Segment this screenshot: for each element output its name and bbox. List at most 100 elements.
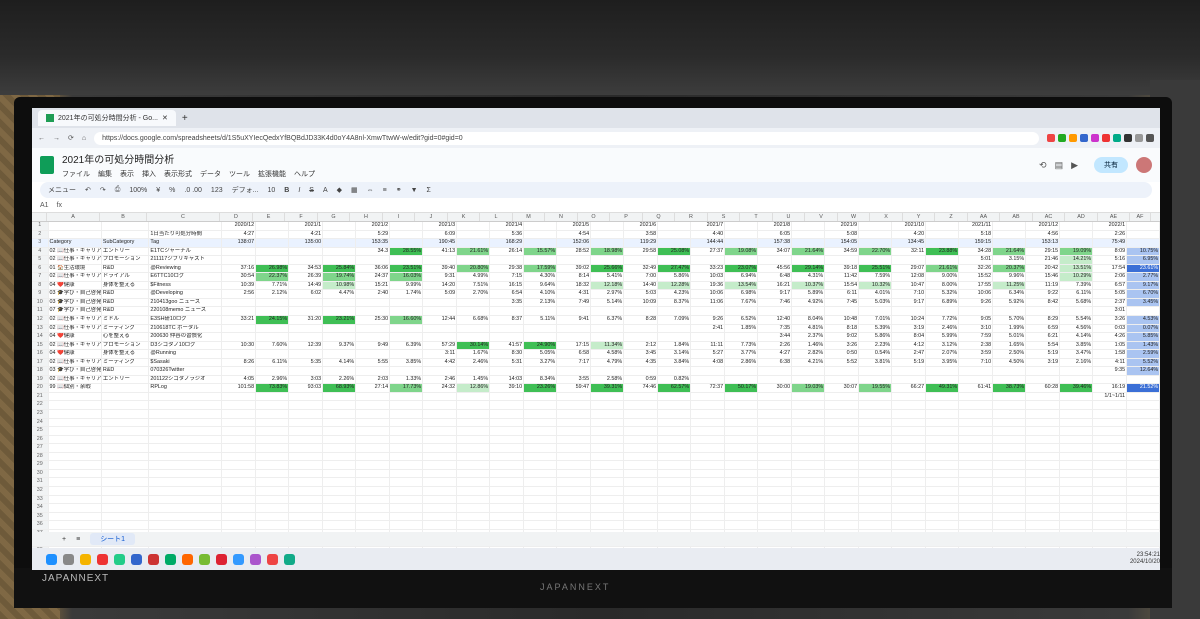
cell[interactable] bbox=[390, 461, 424, 469]
value-cell[interactable]: 6:58 bbox=[557, 350, 592, 358]
value-cell[interactable] bbox=[222, 256, 257, 264]
value-cell[interactable] bbox=[993, 307, 1027, 316]
row-number[interactable]: 6 bbox=[32, 264, 49, 273]
value-cell[interactable]: 0.07% bbox=[1127, 324, 1160, 333]
cell[interactable] bbox=[49, 410, 102, 418]
value-cell[interactable]: 11:11 bbox=[691, 341, 726, 350]
cell[interactable] bbox=[423, 495, 458, 504]
cell[interactable] bbox=[1060, 461, 1094, 469]
value-cell[interactable]: 6.37% bbox=[591, 316, 625, 324]
value-cell[interactable] bbox=[792, 307, 826, 316]
value-cell[interactable]: 37:16 bbox=[222, 264, 257, 273]
value-cell[interactable]: 5.99% bbox=[926, 333, 960, 341]
value-cell[interactable] bbox=[524, 367, 558, 375]
value-cell[interactable] bbox=[557, 324, 592, 333]
bold-icon[interactable]: B bbox=[284, 187, 289, 194]
cell[interactable] bbox=[149, 410, 223, 418]
value-cell[interactable]: 21.64% bbox=[993, 247, 1027, 256]
cell[interactable] bbox=[524, 239, 558, 247]
cell[interactable] bbox=[926, 401, 960, 410]
value-cell[interactable]: 36:06 bbox=[356, 264, 391, 273]
cell[interactable] bbox=[149, 427, 223, 435]
value-cell[interactable] bbox=[256, 392, 290, 401]
cell[interactable] bbox=[1093, 478, 1128, 486]
category-cell[interactable]: 04 ❤️健康 bbox=[49, 350, 102, 358]
cell[interactable] bbox=[390, 410, 424, 418]
daily-value[interactable]: 5:29 bbox=[356, 230, 391, 239]
value-cell[interactable] bbox=[356, 333, 391, 341]
cell[interactable] bbox=[1127, 469, 1160, 478]
cell[interactable] bbox=[1093, 469, 1128, 478]
cell[interactable] bbox=[222, 452, 257, 461]
cell[interactable] bbox=[356, 461, 391, 469]
value-cell[interactable]: 29:07 bbox=[892, 264, 927, 273]
value-cell[interactable]: 8.37% bbox=[658, 298, 692, 307]
value-cell[interactable] bbox=[256, 350, 290, 358]
value-cell[interactable]: 9:31 bbox=[423, 273, 458, 281]
extension-icon[interactable] bbox=[1047, 134, 1055, 142]
cell[interactable] bbox=[859, 444, 893, 452]
cell[interactable] bbox=[624, 478, 659, 486]
cell[interactable] bbox=[149, 521, 223, 529]
value-cell[interactable] bbox=[658, 367, 692, 375]
value-cell[interactable] bbox=[289, 392, 324, 401]
value-cell[interactable]: 45:56 bbox=[758, 264, 793, 273]
value-cell[interactable] bbox=[390, 324, 424, 333]
value-cell[interactable] bbox=[859, 392, 893, 401]
value-cell[interactable]: 1.33% bbox=[390, 375, 424, 384]
cell[interactable] bbox=[49, 230, 102, 239]
cell[interactable] bbox=[591, 512, 625, 521]
cell[interactable] bbox=[557, 521, 592, 529]
cell[interactable] bbox=[390, 435, 424, 444]
menu-data[interactable]: データ bbox=[200, 169, 221, 179]
cell[interactable] bbox=[390, 230, 424, 239]
column-header[interactable]: O bbox=[578, 213, 610, 221]
cell[interactable] bbox=[1026, 410, 1061, 418]
value-cell[interactable] bbox=[792, 256, 826, 264]
value-cell[interactable]: 5.01% bbox=[993, 333, 1027, 341]
tag-cell[interactable]: 210413goo ニュース bbox=[149, 298, 223, 307]
cell[interactable] bbox=[959, 427, 994, 435]
column-header[interactable]: Y bbox=[903, 213, 935, 221]
cell[interactable] bbox=[758, 521, 793, 529]
tag-cell[interactable]: E6TTC10ログ bbox=[149, 273, 223, 281]
cell[interactable] bbox=[256, 427, 290, 435]
cell[interactable] bbox=[149, 495, 223, 504]
cell[interactable] bbox=[825, 521, 860, 529]
value-cell[interactable] bbox=[859, 307, 893, 316]
value-cell[interactable]: 9:22 bbox=[1026, 290, 1061, 298]
cell[interactable] bbox=[758, 469, 793, 478]
value-cell[interactable]: 30:54 bbox=[222, 273, 257, 281]
tag-cell[interactable]: 070326Twitter bbox=[149, 367, 223, 375]
value-cell[interactable]: 7.73% bbox=[725, 341, 759, 350]
value-cell[interactable]: 6.11% bbox=[1060, 290, 1094, 298]
value-cell[interactable]: 9:41 bbox=[557, 316, 592, 324]
value-cell[interactable]: 8.34% bbox=[524, 375, 558, 384]
cell[interactable] bbox=[323, 435, 357, 444]
value-cell[interactable]: 7:45 bbox=[825, 298, 860, 307]
value-cell[interactable]: 5.85% bbox=[1127, 333, 1160, 341]
value-cell[interactable] bbox=[557, 256, 592, 264]
value-cell[interactable]: 10:30 bbox=[222, 341, 257, 350]
cell[interactable] bbox=[390, 478, 424, 486]
cell[interactable] bbox=[658, 222, 692, 230]
cell[interactable] bbox=[1127, 495, 1160, 504]
cell[interactable] bbox=[356, 418, 391, 427]
row-number[interactable]: 8 bbox=[32, 281, 49, 290]
cell[interactable] bbox=[222, 418, 257, 427]
cell[interactable] bbox=[323, 452, 357, 461]
column-header[interactable]: N bbox=[545, 213, 578, 221]
cell[interactable] bbox=[1127, 444, 1160, 452]
cell[interactable] bbox=[792, 495, 826, 504]
cell[interactable] bbox=[490, 435, 525, 444]
value-cell[interactable]: 59:47 bbox=[557, 384, 592, 392]
value-cell[interactable] bbox=[256, 298, 290, 307]
cell[interactable] bbox=[1093, 504, 1128, 512]
cell[interactable] bbox=[256, 486, 290, 495]
spreadsheet-grid[interactable]: A B C D E F G H I J K L M N O P Q R S T U V W X Y Z AA AB AC AD AE AF 1 2… bbox=[32, 213, 1160, 570]
tag-cell[interactable]: RPLog bbox=[149, 384, 223, 392]
value-cell[interactable]: 5.68% bbox=[1060, 298, 1094, 307]
extension-icon[interactable] bbox=[1135, 134, 1143, 142]
value-cell[interactable]: 5:35 bbox=[289, 358, 324, 367]
value-cell[interactable]: 1.65% bbox=[993, 341, 1027, 350]
